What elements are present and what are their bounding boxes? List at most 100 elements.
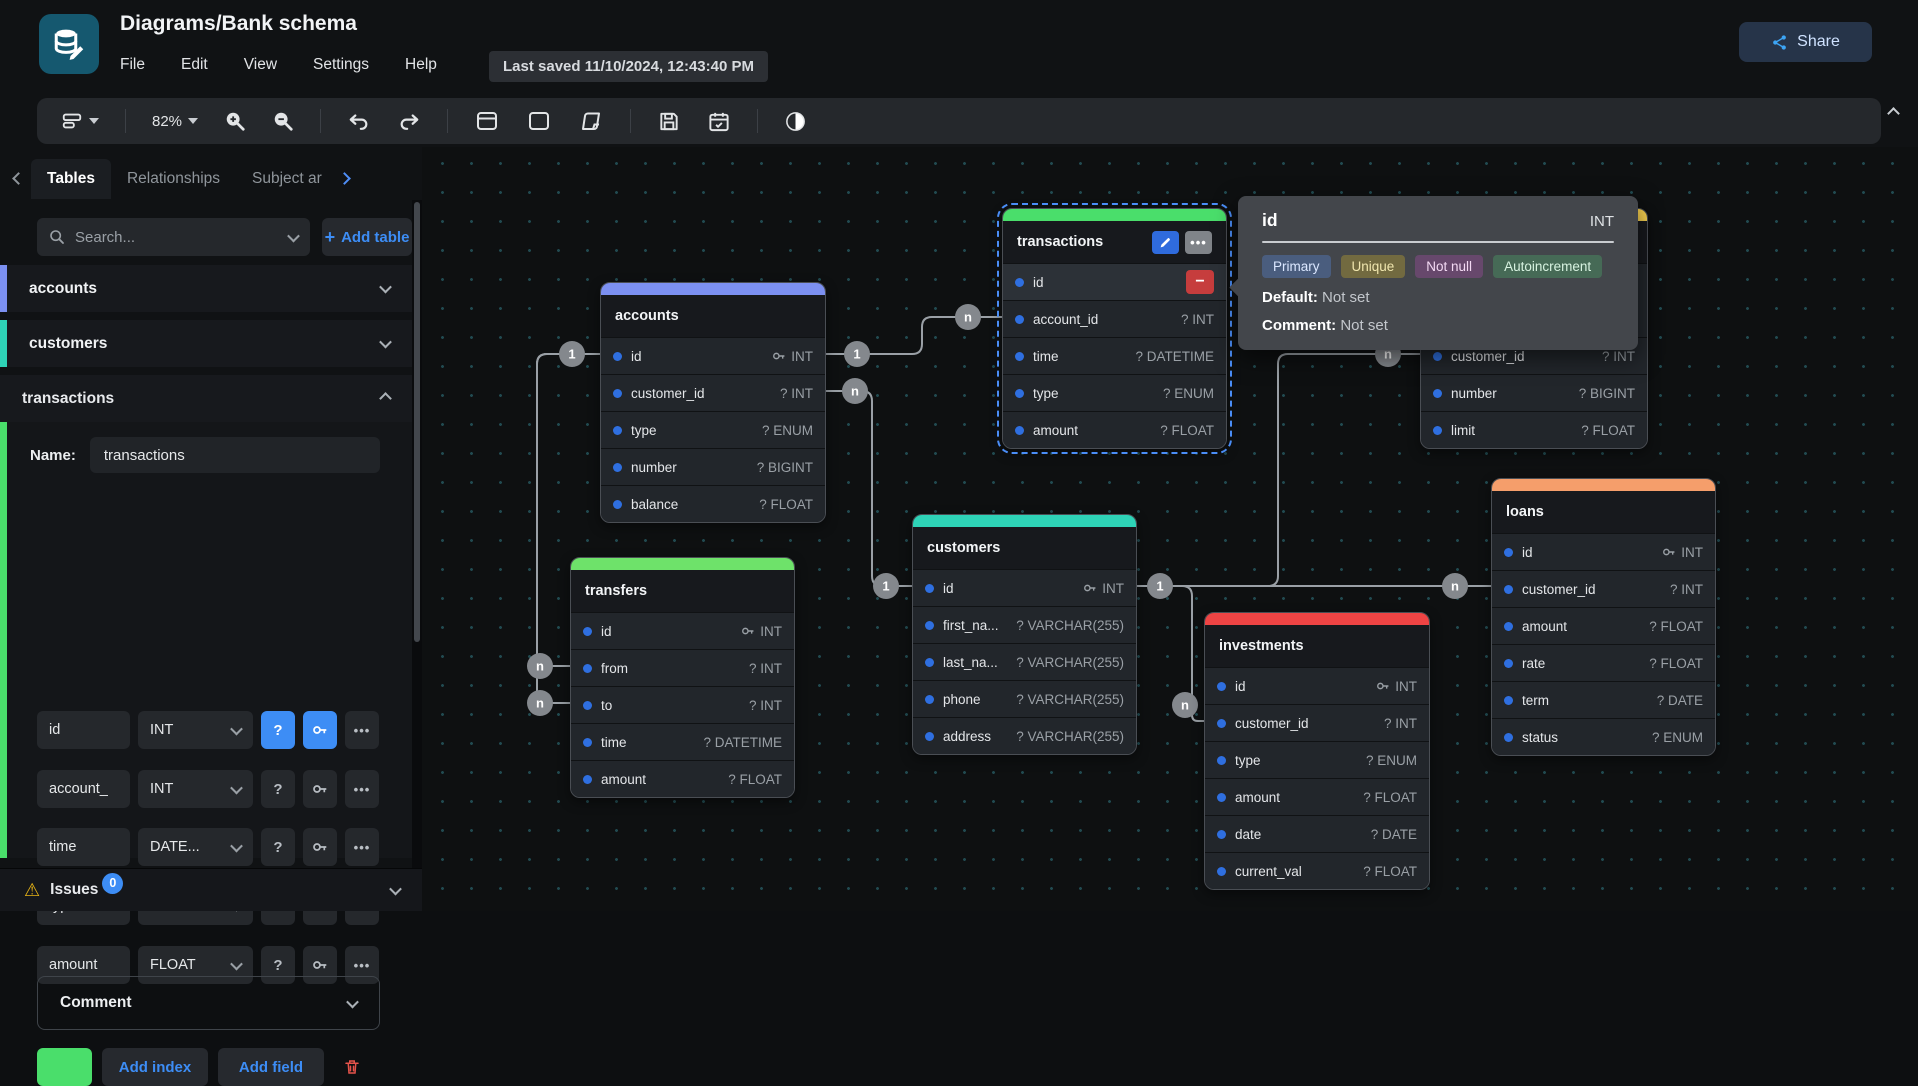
tab-tables[interactable]: Tables [31, 159, 111, 199]
table-field-limit[interactable]: limit? FLOAT [1421, 411, 1647, 448]
tab-relationships[interactable]: Relationships [111, 159, 236, 199]
table-item-accounts[interactable]: accounts [0, 265, 412, 312]
table-field-number[interactable]: number? BIGINT [601, 448, 825, 485]
sidebar-scrollbar[interactable] [412, 200, 422, 868]
menu-item-file[interactable]: File [120, 56, 145, 74]
menu-item-help[interactable]: Help [405, 56, 437, 74]
table-title-row[interactable]: investments [1205, 625, 1429, 667]
table-field-number[interactable]: number? BIGINT [1421, 374, 1647, 411]
zoom-out-button[interactable] [266, 106, 300, 136]
table-field-current_val[interactable]: current_val? FLOAT [1205, 852, 1429, 889]
field-more-button[interactable]: ••• [345, 828, 379, 866]
canvas-table-investments[interactable]: investmentsidINTcustomer_id? INTtype? EN… [1204, 612, 1430, 890]
toolbar-collapse-button[interactable] [1889, 105, 1898, 123]
menu-item-settings[interactable]: Settings [313, 56, 369, 74]
tab-subject-ar[interactable]: Subject ar [236, 159, 338, 199]
add-field-button[interactable]: Add field [218, 1048, 324, 1086]
table-field-id[interactable]: idINT [1492, 533, 1715, 570]
table-title-row[interactable]: accounts [601, 295, 825, 337]
field-name-input[interactable] [37, 711, 130, 749]
field-name-input[interactable] [37, 770, 130, 808]
table-field-from[interactable]: from? INT [571, 649, 794, 686]
tabs-scroll-left-button[interactable] [14, 170, 23, 188]
table-title-row[interactable]: transactions••• [1003, 221, 1226, 263]
table-field-id[interactable]: id− [1003, 263, 1226, 300]
table-field-last_na[interactable]: last_na...? VARCHAR(255) [913, 643, 1136, 680]
table-color-swatch[interactable] [37, 1048, 92, 1086]
table-item-customers[interactable]: customers [0, 320, 412, 367]
canvas-table-customers[interactable]: customersidINTfirst_na...? VARCHAR(255)l… [912, 514, 1137, 755]
field-type-select[interactable]: INT [138, 711, 253, 749]
search-input[interactable] [75, 229, 279, 246]
table-field-time[interactable]: time? DATETIME [1003, 337, 1226, 374]
delete-table-button[interactable] [334, 1048, 370, 1086]
zoom-in-button[interactable] [218, 106, 252, 136]
search-box[interactable] [37, 218, 310, 256]
field-type-select[interactable]: INT [138, 770, 253, 808]
scrollbar-thumb[interactable] [414, 202, 420, 642]
app-logo[interactable] [39, 14, 99, 74]
nullable-toggle-button[interactable]: ? [261, 711, 295, 749]
table-field-phone[interactable]: phone? VARCHAR(255) [913, 680, 1136, 717]
relationship-line-3[interactable] [826, 391, 912, 586]
table-field-customer_id[interactable]: customer_id? INT [1492, 570, 1715, 607]
table-field-date[interactable]: date? DATE [1205, 815, 1429, 852]
menu-item-edit[interactable]: Edit [181, 56, 208, 74]
add-area-tool-button[interactable] [520, 105, 558, 137]
field-type-select[interactable]: DATE... [138, 828, 253, 866]
field-name-input[interactable] [37, 828, 130, 866]
table-title-row[interactable]: loans [1492, 491, 1715, 533]
table-field-account_id[interactable]: account_id? INT [1003, 300, 1226, 337]
redo-button[interactable] [391, 106, 427, 136]
add-index-button[interactable]: Add index [102, 1048, 208, 1086]
nullable-toggle-button[interactable]: ? [261, 770, 295, 808]
table-title-row[interactable]: transfers [571, 570, 794, 612]
comment-section[interactable]: Comment [37, 976, 380, 1030]
diagram-canvas[interactable]: 1nn1nn11nnn accountsidINTcustomer_id? IN… [422, 147, 1918, 911]
table-field-to[interactable]: to? INT [571, 686, 794, 723]
table-field-type[interactable]: type? ENUM [601, 411, 825, 448]
table-field-type[interactable]: type? ENUM [1205, 741, 1429, 778]
table-field-amount[interactable]: amount? FLOAT [571, 760, 794, 797]
tabs-scroll-right-button[interactable] [340, 170, 349, 188]
table-more-button[interactable]: ••• [1185, 231, 1212, 254]
commit-button[interactable] [701, 106, 737, 137]
table-field-amount[interactable]: amount? FLOAT [1003, 411, 1226, 448]
table-field-id[interactable]: idINT [913, 569, 1136, 606]
table-field-id[interactable]: idINT [571, 612, 794, 649]
zoom-level-button[interactable]: 82% [146, 109, 204, 134]
share-button[interactable]: Share [1739, 22, 1872, 62]
remove-field-button[interactable]: − [1186, 270, 1214, 294]
table-field-id[interactable]: idINT [601, 337, 825, 374]
table-title-row[interactable]: customers [913, 527, 1136, 569]
edit-table-button[interactable] [1152, 231, 1179, 254]
theme-toggle-button[interactable] [778, 106, 813, 137]
canvas-table-accounts[interactable]: accountsidINTcustomer_id? INTtype? ENUMn… [600, 282, 826, 523]
table-field-address[interactable]: address? VARCHAR(255) [913, 717, 1136, 754]
add-table-tool-button[interactable] [468, 105, 506, 137]
table-field-term[interactable]: term? DATE [1492, 681, 1715, 718]
add-table-button[interactable]: + Add table [322, 218, 412, 256]
add-note-tool-button[interactable] [572, 105, 610, 137]
table-field-time[interactable]: time? DATETIME [571, 723, 794, 760]
table-field-amount[interactable]: amount? FLOAT [1205, 778, 1429, 815]
canvas-table-transfers[interactable]: transfersidINTfrom? INTto? INTtime? DATE… [570, 557, 795, 798]
primary-key-button[interactable] [303, 711, 337, 749]
table-field-customer_id[interactable]: customer_id? INT [1205, 704, 1429, 741]
table-field-status[interactable]: status? ENUM [1492, 718, 1715, 755]
field-more-button[interactable]: ••• [345, 711, 379, 749]
table-field-rate[interactable]: rate? FLOAT [1492, 644, 1715, 681]
table-field-customer_id[interactable]: customer_id? INT [601, 374, 825, 411]
table-field-first_na[interactable]: first_na...? VARCHAR(255) [913, 606, 1136, 643]
canvas-table-transactions[interactable]: transactions•••id−account_id? INTtime? D… [1002, 208, 1227, 449]
primary-key-button[interactable] [303, 770, 337, 808]
table-field-amount[interactable]: amount? FLOAT [1492, 607, 1715, 644]
save-button[interactable] [651, 106, 687, 137]
table-field-balance[interactable]: balance? FLOAT [601, 485, 825, 522]
primary-key-button[interactable] [303, 828, 337, 866]
diagram-layout-button[interactable] [55, 106, 105, 136]
table-item-transactions[interactable]: transactions [0, 375, 412, 422]
menu-item-view[interactable]: View [244, 56, 277, 74]
table-field-id[interactable]: idINT [1205, 667, 1429, 704]
table-field-type[interactable]: type? ENUM [1003, 374, 1226, 411]
